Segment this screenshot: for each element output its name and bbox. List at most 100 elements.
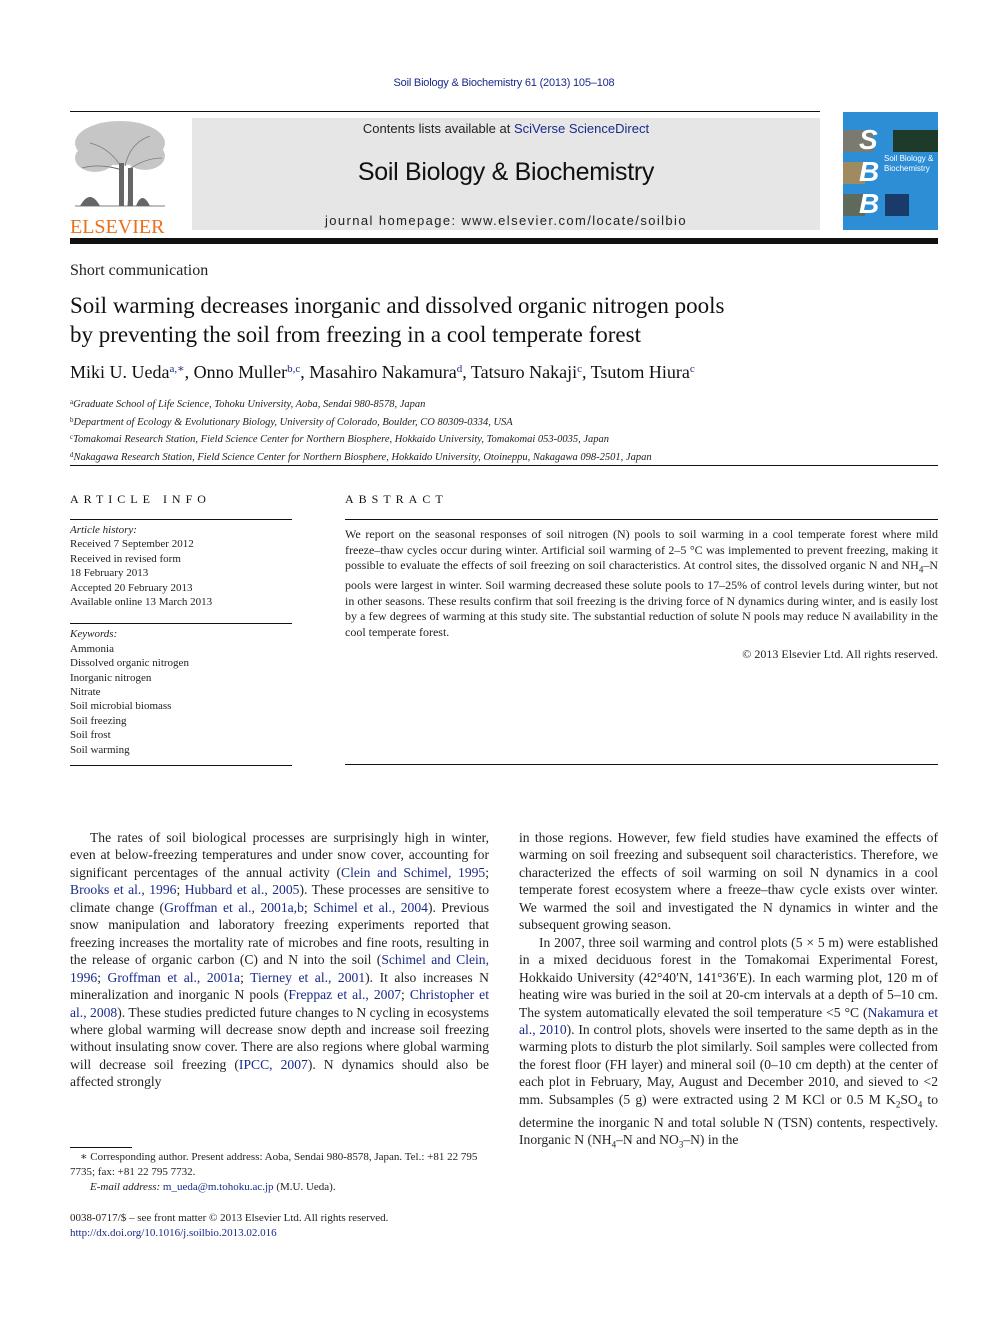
abstract-text-part: We report on the seasonal responses of s… <box>345 527 938 573</box>
email-note: E-mail address: m_ueda@m.tohoku.ac.jp (M… <box>70 1180 489 1195</box>
contents-line: Contents lists available at SciVerse Sci… <box>192 121 820 136</box>
journal-cover-image[interactable]: S B B Soil Biology & Biochemistry <box>843 112 938 230</box>
author-name[interactable]: Tsutom Hiura <box>591 362 690 382</box>
citation-link[interactable]: Brooks et al., 1996 <box>70 882 176 897</box>
author-affiliation-marker[interactable]: b,c <box>287 363 300 375</box>
affiliation-rule <box>70 465 938 466</box>
article-history: Article history: Received 7 September 20… <box>70 523 292 609</box>
keywords-list: Keywords: Ammonia Dissolved organic nitr… <box>70 627 292 757</box>
abstract-heading: ABSTRACT <box>345 492 448 506</box>
keyword-item: Soil freezing <box>70 714 127 727</box>
citation-link[interactable]: Freppaz et al., 2007 <box>288 987 401 1002</box>
affiliations: aGraduate School of Life Science, Tohoku… <box>70 395 930 465</box>
keyword-item: Soil frost <box>70 729 111 742</box>
history-item: Received in revised form <box>70 552 181 565</box>
author-name[interactable]: Miki U. Ueda <box>70 362 169 382</box>
body-text: ; <box>240 969 251 985</box>
affiliation-text: Department of Ecology & Evolutionary Bio… <box>73 416 513 428</box>
homepage-prefix: journal homepage: <box>325 213 462 228</box>
author-affiliation-marker[interactable]: a,∗ <box>169 363 184 375</box>
abstract-copyright: © 2013 Elsevier Ltd. All rights reserved… <box>742 646 938 661</box>
body-text: ; <box>485 864 489 880</box>
abstract-rule <box>345 519 938 520</box>
citation-link[interactable]: Tierney et al., 2001 <box>250 970 365 985</box>
citation-link[interactable]: Clein and Schimel, 1995 <box>341 865 485 880</box>
abstract-text: We report on the seasonal responses of s… <box>345 527 938 641</box>
body-paragraph: In 2007, three soil warming and control … <box>519 934 938 1155</box>
article-title: Soil warming decreases inorganic and dis… <box>70 291 930 349</box>
keyword-item: Soil microbial biomass <box>70 700 172 713</box>
journal-title: Soil Biology & Biochemistry <box>357 158 655 186</box>
body-paragraph: in those regions. However, few field stu… <box>519 830 938 933</box>
cover-photo-strip <box>885 194 909 216</box>
author-name[interactable]: Onno Muller <box>194 362 288 382</box>
elsevier-tree-icon <box>75 121 165 207</box>
article-title-line2: by preventing the soil from freezing in … <box>70 322 641 347</box>
author-separator: , <box>184 362 194 382</box>
cover-photo-strip <box>893 130 938 152</box>
article-type: Short communication <box>70 262 209 279</box>
homepage-link[interactable]: www.elsevier.com/locate/soilbio <box>462 213 687 228</box>
front-matter: 0038-0717/$ – see front matter © 2013 El… <box>70 1211 489 1241</box>
email-label: E-mail address: <box>90 1181 163 1193</box>
keyword-item: Nitrate <box>70 686 101 699</box>
footnote-rule <box>70 1147 132 1148</box>
citation-link[interactable]: Groffman et al., 2001a <box>108 970 241 985</box>
elsevier-wordmark: ELSEVIER <box>70 216 165 238</box>
contents-prefix: Contents lists available at <box>362 121 514 136</box>
journal-citation-link[interactable]: Soil Biology & Biochemistry 61 (2013) 10… <box>394 77 615 89</box>
cover-title: Soil Biology & Biochemistry <box>884 154 933 174</box>
header-rule <box>70 111 820 112</box>
cover-initial-b1: B <box>859 156 880 187</box>
affiliation-item: bDepartment of Ecology & Evolutionary Bi… <box>70 413 930 431</box>
affiliation-text: Nakagawa Research Station, Field Science… <box>73 451 652 463</box>
author-name[interactable]: Masahiro Nakamura <box>309 362 456 382</box>
article-info-heading: ARTICLE INFO <box>70 492 211 506</box>
abstract-bottom-rule <box>345 764 938 765</box>
body-text: SO <box>900 1091 918 1107</box>
keyword-item: Soil warming <box>70 743 130 756</box>
article-title-line1: Soil warming decreases inorganic and dis… <box>70 293 725 318</box>
history-item: 18 February 2013 <box>70 567 149 580</box>
keyword-item: Inorganic nitrogen <box>70 671 152 684</box>
masthead-bottom-rule <box>70 238 938 244</box>
article-info-panel: ARTICLE INFO Article history: Received 7… <box>70 492 292 767</box>
keyword-item: Dissolved organic nitrogen <box>70 657 189 670</box>
abstract-panel: ABSTRACT We report on the seasonal respo… <box>345 492 938 662</box>
doi-link[interactable]: http://dx.doi.org/10.1016/j.soilbio.2013… <box>70 1227 277 1239</box>
issn-copyright: 0038-0717/$ – see front matter © 2013 El… <box>70 1212 389 1224</box>
author-name[interactable]: Tatsuro Nakaji <box>471 362 577 382</box>
sciencedirect-link[interactable]: SciVerse ScienceDirect <box>514 121 649 136</box>
journal-homepage: journal homepage: www.elsevier.com/locat… <box>192 213 820 228</box>
cover-title-line2: Biochemistry <box>884 164 930 173</box>
info-rule <box>70 765 292 767</box>
affiliation-item: dNakagawa Research Station, Field Scienc… <box>70 448 930 466</box>
keyword-item: Ammonia <box>70 642 114 655</box>
history-label: Article history: <box>70 524 137 536</box>
body-text: –N and NO <box>616 1132 679 1148</box>
citation-link[interactable]: Hubbard et al., 2005 <box>185 882 300 897</box>
running-head[interactable]: Soil Biology & Biochemistry 61 (2013) 10… <box>0 77 992 89</box>
body-text: ; <box>401 987 410 1003</box>
email-link[interactable]: m_ueda@m.tohoku.ac.jp <box>163 1181 274 1193</box>
citation-link[interactable]: Schimel et al., 2004 <box>313 900 428 915</box>
keywords-label: Keywords: <box>70 628 118 641</box>
history-item: Available online 13 March 2013 <box>70 596 213 609</box>
author-separator: , <box>462 362 471 382</box>
body-text: ; <box>303 899 314 915</box>
cover-initial-b2: B <box>859 188 880 219</box>
affiliation-item: aGraduate School of Life Science, Tohoku… <box>70 395 930 413</box>
body-text: ; <box>176 882 185 898</box>
body-column-left: The rates of soil biological processes a… <box>70 829 489 1091</box>
cover-title-line1: Soil Biology & <box>884 154 934 163</box>
author-affiliation-marker[interactable]: c <box>690 363 695 375</box>
citation-link[interactable]: IPCC, 2007 <box>239 1057 308 1072</box>
citation-link[interactable]: Groffman et al., 2001a,b <box>164 900 304 915</box>
elsevier-logo[interactable]: ELSEVIER <box>70 118 172 238</box>
body-text: ). In control plots, shovels were insert… <box>519 1021 938 1107</box>
footnotes: ∗ Corresponding author. Present address:… <box>70 1150 489 1195</box>
author-list: Miki U. Uedaa,∗, Onno Mullerb,c, Masahir… <box>70 362 930 383</box>
author-separator: , <box>300 362 310 382</box>
history-item: Accepted 20 February 2013 <box>70 581 193 594</box>
corresponding-author-note: ∗ Corresponding author. Present address:… <box>70 1151 478 1178</box>
